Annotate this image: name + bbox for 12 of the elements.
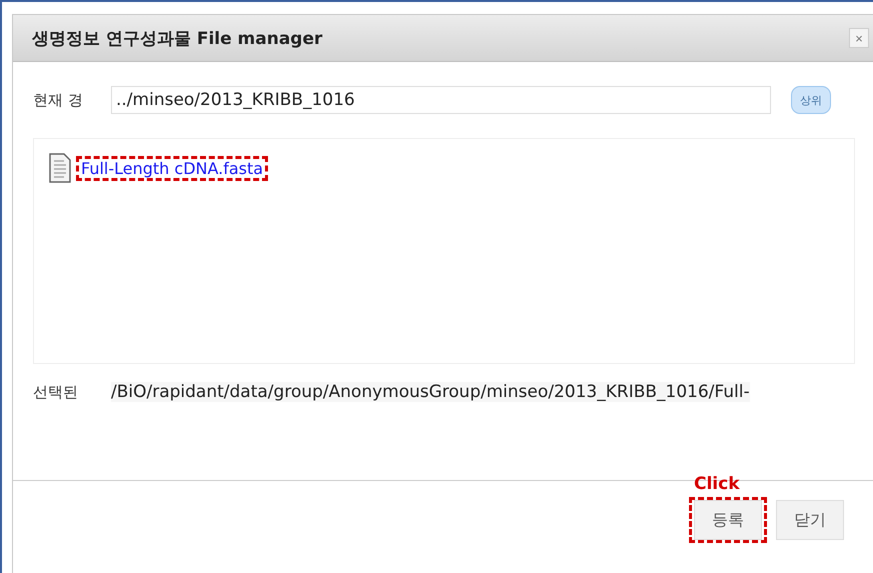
- file-link[interactable]: Full-Length cDNA.fasta: [81, 158, 264, 178]
- close-dialog-button[interactable]: 닫기: [776, 500, 844, 540]
- path-label: 현재 경: [33, 90, 84, 110]
- parent-folder-button[interactable]: 상위: [791, 86, 831, 114]
- selected-label: 선택된: [33, 382, 79, 402]
- selected-path: /BiO/rapidant/data/group/AnonymousGroup/minseo/2013_KRIBB_1016/Full-: [111, 382, 750, 402]
- close-button[interactable]: ×: [849, 28, 869, 48]
- register-button[interactable]: 등록: [694, 500, 762, 540]
- document-icon: [48, 153, 72, 183]
- click-annotation: Click: [694, 474, 740, 494]
- window-title: 생명정보 연구성과물 File manager: [32, 28, 324, 50]
- path-field[interactable]: ../minseo/2013_KRIBB_1016: [111, 86, 771, 114]
